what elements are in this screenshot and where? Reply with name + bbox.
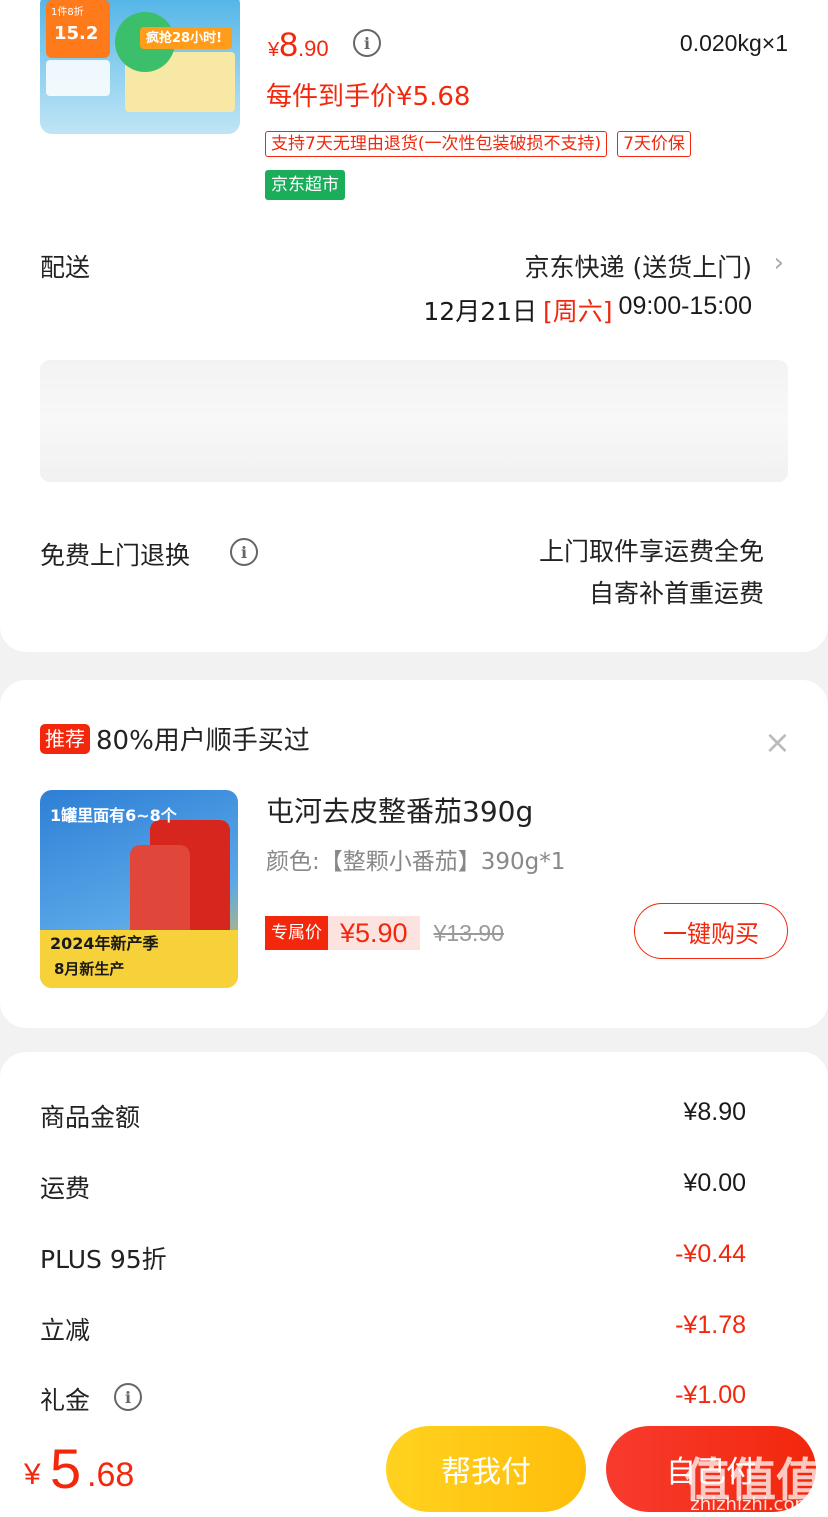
summary-value-gift: -¥1.00 (675, 1381, 746, 1409)
exclusive-price-tag: 专属价 (265, 916, 328, 950)
recommend-product-thumbnail[interactable]: 1罐里面有6~8个 2024年新产季 8月新生产 (40, 790, 238, 988)
summary-value-plus: -¥0.44 (675, 1240, 746, 1268)
pay-for-me-label: 帮我付 (441, 1455, 531, 1490)
exclusive-price-value: ¥5.90 (328, 916, 420, 950)
return-service-label: 免费上门退换 (40, 541, 191, 570)
service-badges: 支持7天无理由退货(一次性包装破损不支持) 7天价保 (265, 131, 691, 157)
exclusive-price: 专属价 ¥5.90 ¥13.90 (265, 916, 504, 950)
gift-info-icon[interactable]: i (114, 1383, 142, 1411)
summary-value-discount: -¥1.78 (675, 1311, 746, 1339)
return-service-line2: 自寄补首重运费 (588, 579, 764, 608)
summary-label-discount: 立减 (40, 1316, 91, 1345)
summary-label-gift: 礼金 (40, 1386, 91, 1415)
delivery-method-text: 京东快递 (送货上门) (524, 253, 752, 282)
delivery-date: 12月21日 (423, 297, 538, 326)
thumb-slogan: 疯抢28小时! (146, 31, 223, 46)
product-thumbnail[interactable]: 1件8折 15.2 疯抢28小时! (40, 0, 240, 134)
summary-label-shipping: 运费 (40, 1174, 91, 1203)
product-quantity: 0.020kg×1 (679, 30, 788, 56)
delivery-method[interactable]: 京东快递 (送货上门) (525, 248, 752, 284)
blurred-section (40, 360, 788, 482)
thumb-strip (46, 60, 110, 96)
total-integer: 5 (50, 1437, 82, 1500)
price-currency: ¥ (268, 39, 280, 61)
return-policy-badge: 支持7天无理由退货(一次性包装破损不支持) (265, 131, 608, 157)
delivery-weekday: [周六] (543, 297, 613, 326)
summary-label-plus: PLUS 95折 (40, 1245, 167, 1274)
final-price-per-item: 每件到手价¥5.68 (266, 82, 471, 112)
thumb-promo-tag: 1件8折 15.2 (46, 0, 110, 58)
summary-value-shipping: ¥0.00 (683, 1169, 746, 1197)
price-protect-badge: 7天价保 (617, 131, 691, 157)
price-decimal: .90 (298, 36, 329, 61)
thumb-price-text: 15.2 (54, 23, 99, 44)
product-price: ¥ 8 .90 (268, 26, 329, 65)
thumb-text-2: 2024年新产季 (50, 934, 159, 953)
recommend-card: 推荐 80%用户顺手买过 × 1罐里面有6~8个 2024年新产季 8月新生产 … (0, 680, 828, 1028)
one-click-buy-button[interactable]: 一键购买 (634, 903, 788, 959)
delivery-timeslot: 09:00-15:00 (618, 292, 752, 320)
recommend-product-variant: 颜色:【整颗小番茄】390g*1 (266, 849, 566, 875)
thumb-text-1: 1罐里面有6~8个 (50, 806, 177, 825)
pay-for-me-button[interactable]: 帮我付 (386, 1426, 586, 1512)
one-click-buy-label: 一键购买 (663, 919, 759, 948)
total-currency: ¥ (24, 1458, 41, 1491)
price-info-icon[interactable]: i (353, 29, 381, 57)
thumb-text-3: 8月新生产 (54, 960, 125, 978)
order-product-card: 1件8折 15.2 疯抢28小时! ¥ 8 .90 i 0.020kg×1 每件… (0, 0, 828, 652)
delivery-label: 配送 (40, 253, 91, 282)
watermark-url: zhizhizhi.com (690, 1494, 812, 1515)
chevron-right-icon[interactable]: › (774, 248, 784, 278)
return-service-line1: 上门取件享运费全免 (538, 537, 764, 566)
jd-supermarket-badge: 京东超市 (265, 170, 345, 200)
recommend-header: 推荐 80%用户顺手买过 (40, 720, 310, 757)
thumb-can-2 (130, 845, 190, 940)
total-decimal: .68 (87, 1456, 135, 1494)
original-price: ¥13.90 (433, 919, 504, 946)
thumb-slogan-banner: 疯抢28小时! (140, 27, 232, 49)
checkout-bar: ¥ 5 .68 帮我付 自己付 值值值 zhizhizhi.com (0, 1418, 828, 1517)
summary-label-goods: 商品金额 (40, 1103, 141, 1132)
return-info-icon[interactable]: i (230, 538, 258, 566)
price-summary-card: 商品金额 ¥8.90 运费 ¥0.00 PLUS 95折 -¥0.44 立减 -… (0, 1052, 828, 1432)
recommend-title: 80%用户顺手买过 (96, 726, 310, 756)
recommend-product-name[interactable]: 屯河去皮整番茄390g (266, 790, 533, 830)
close-icon[interactable]: × (764, 726, 791, 758)
price-integer: 8 (279, 26, 299, 64)
summary-value-goods: ¥8.90 (683, 1098, 746, 1126)
recommend-tag: 推荐 (40, 723, 90, 754)
thumb-promo-text: 1件8折 (51, 7, 84, 18)
delivery-time[interactable]: 12月21日 [周六] 09:00-15:00 (423, 292, 752, 328)
